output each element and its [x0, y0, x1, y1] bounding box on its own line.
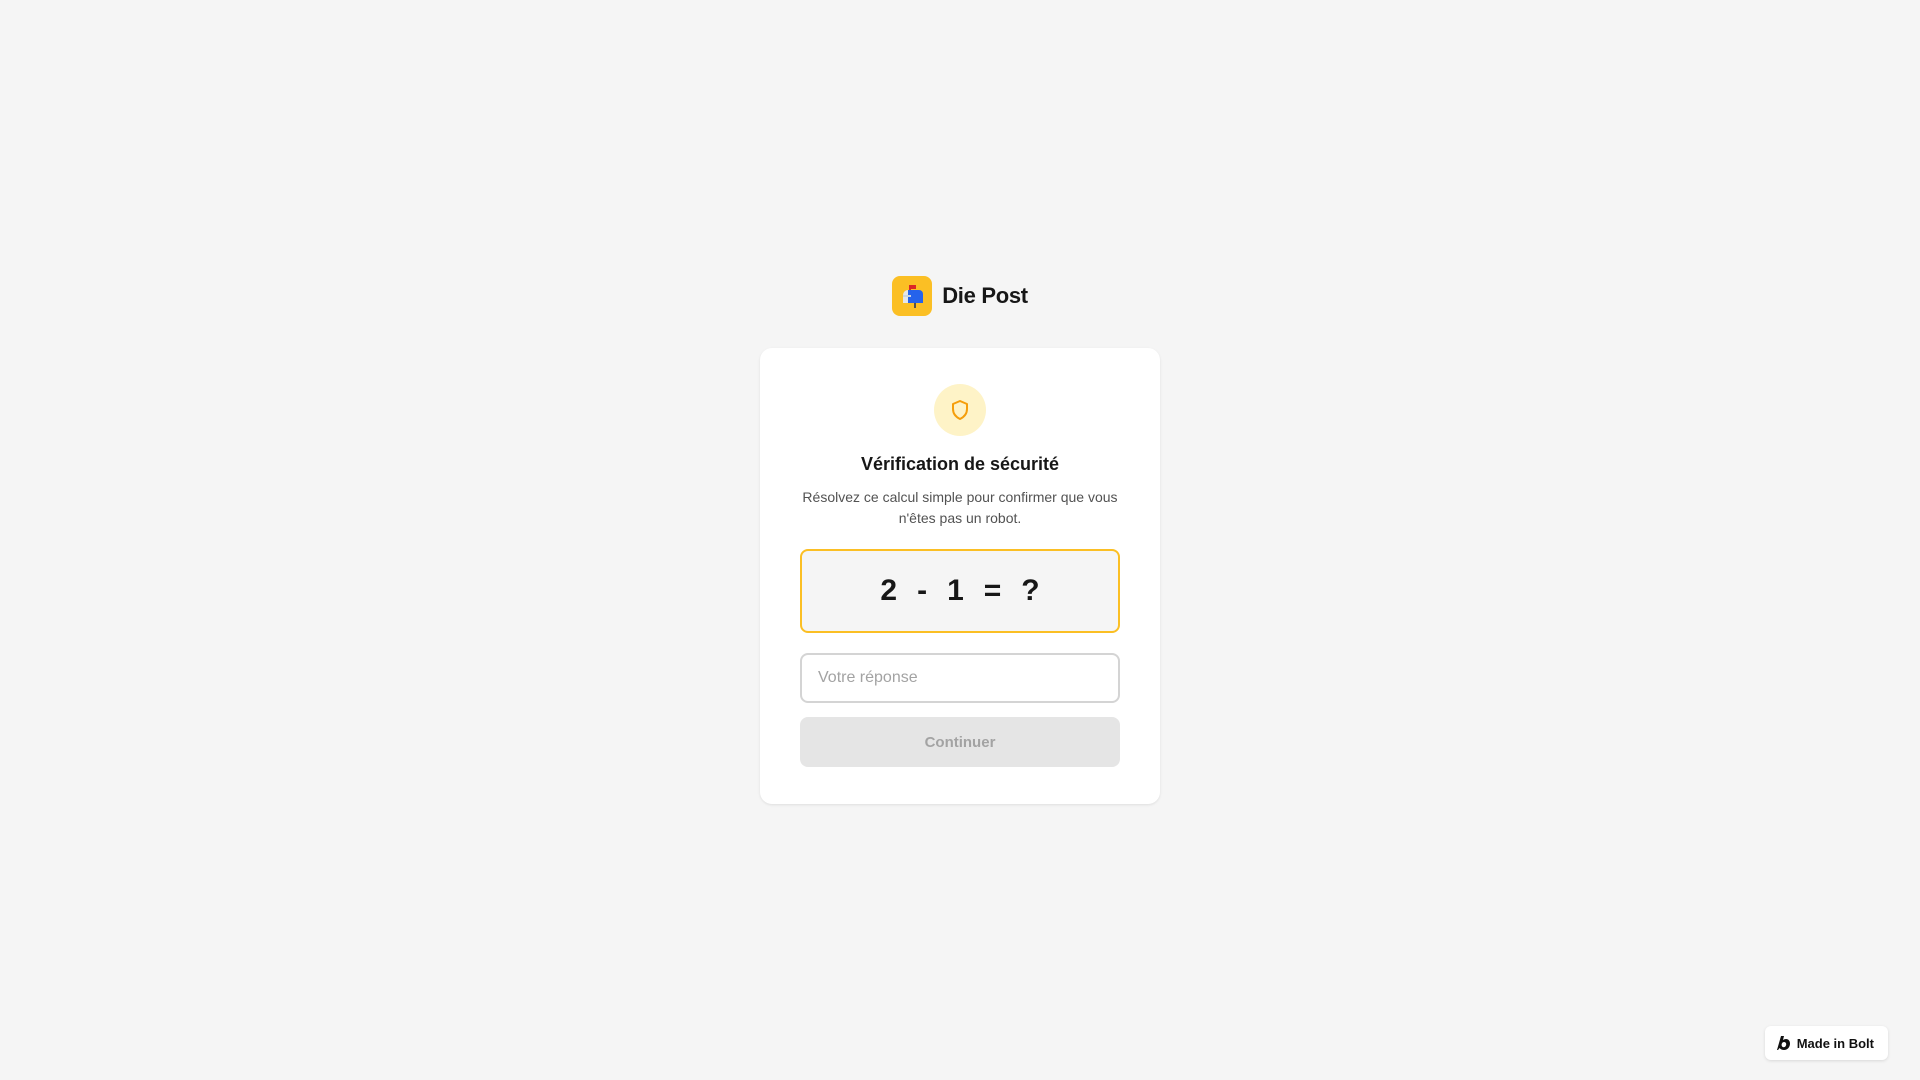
- answer-input[interactable]: [800, 653, 1120, 703]
- shield-badge: [934, 384, 986, 436]
- page: Die Post Vérification de sécurité Résolv…: [0, 0, 1920, 1080]
- brand-header: Die Post: [0, 276, 1920, 316]
- challenge-operand-b: 1: [947, 574, 964, 607]
- math-challenge: 2 - 1 = ?: [800, 549, 1120, 633]
- card-title: Vérification de sécurité: [860, 454, 1060, 474]
- verification-card: Vérification de sécurité Résolvez ce cal…: [760, 348, 1160, 804]
- challenge-operand-a: 2: [880, 574, 898, 607]
- card-subtitle: Résolvez ce calcul simple pour confirmer…: [802, 489, 1118, 526]
- made-in-bolt-badge[interactable]: Made in Bolt: [1764, 1026, 1888, 1060]
- badge-label: Made in Bolt: [1796, 1035, 1874, 1051]
- bolt-logo-icon: [1776, 1036, 1790, 1050]
- challenge-unknown: ?: [1021, 574, 1040, 607]
- challenge-operator: -: [917, 574, 928, 607]
- challenge-equals: =: [983, 574, 1002, 607]
- brand-name: Die Post: [942, 283, 1028, 308]
- mailbox-icon: [892, 276, 933, 316]
- continue-button[interactable]: Continuer: [800, 717, 1120, 767]
- shield-icon: [952, 400, 968, 420]
